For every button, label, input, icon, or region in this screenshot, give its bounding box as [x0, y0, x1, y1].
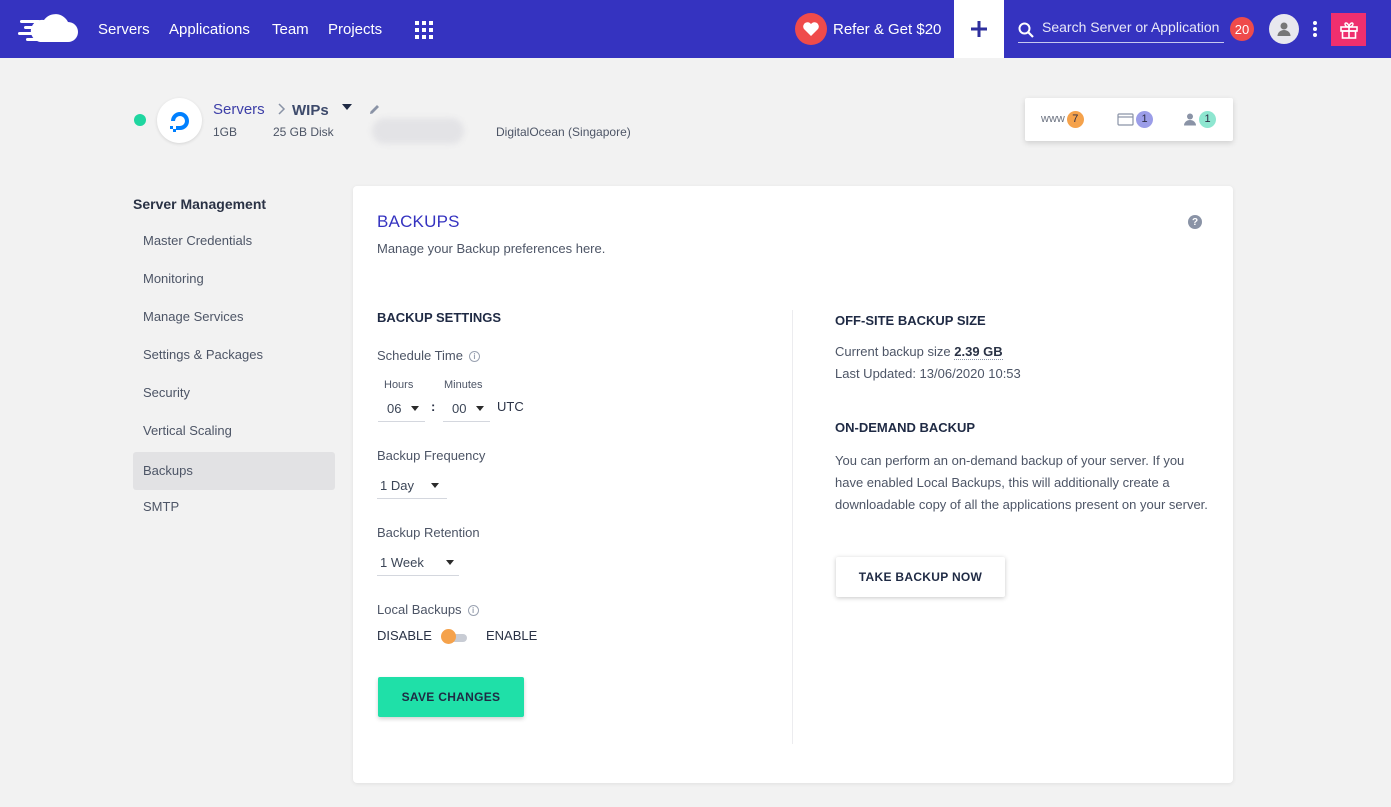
refer-label: Refer & Get $20: [833, 20, 942, 38]
stat-count-badge: 1: [1199, 110, 1216, 128]
offsite-backup-heading: OFF-SITE BACKUP SIZE: [835, 313, 986, 328]
frequency-select[interactable]: 1 Day: [377, 473, 447, 499]
user-icon: [1184, 113, 1196, 126]
cloud-logo-icon[interactable]: [18, 12, 80, 46]
hours-label: Hours: [384, 379, 414, 391]
column-divider: [792, 310, 793, 744]
sidebar-item-backups[interactable]: Backups: [133, 452, 335, 490]
nav-servers[interactable]: Servers: [98, 21, 150, 39]
sidebar-item-settings-packages[interactable]: Settings & Packages: [133, 336, 335, 374]
user-avatar[interactable]: [1269, 14, 1299, 44]
page-subtitle: Manage your Backup preferences here.: [377, 241, 606, 256]
enable-label: ENABLE: [486, 628, 538, 643]
server-disk: 25 GB Disk: [273, 125, 334, 139]
minutes-label: Minutes: [444, 379, 483, 391]
info-icon[interactable]: i: [467, 605, 479, 616]
nav-team[interactable]: Team: [272, 21, 309, 39]
kebab-icon[interactable]: [1310, 20, 1320, 38]
caret-down-icon: [430, 483, 439, 488]
info-icon[interactable]: i: [469, 351, 480, 362]
server-stats-box: www 7 1 1: [1025, 98, 1233, 141]
last-updated: Last Updated: 13/06/2020 10:53: [835, 366, 1021, 381]
stat-count-badge: 7: [1066, 110, 1084, 128]
timezone-label: UTC: [497, 399, 524, 414]
retention-select[interactable]: 1 Week: [377, 550, 459, 576]
top-navbar: Servers Applications Team Projects Refer…: [0, 0, 1391, 58]
on-demand-heading: ON-DEMAND BACKUP: [835, 420, 976, 435]
stat-folders[interactable]: 1: [1117, 109, 1153, 129]
caret-down-icon: [445, 560, 454, 565]
gift-icon: [1339, 21, 1358, 39]
current-backup-size: Current backup size 2.39 GB: [835, 344, 1003, 360]
hours-select[interactable]: 06: [378, 396, 425, 422]
caret-down-icon[interactable]: [342, 103, 352, 111]
stat-count-badge: 1: [1136, 110, 1153, 128]
nav-projects[interactable]: Projects: [328, 21, 382, 39]
folder-icon: [1117, 113, 1134, 126]
sidebar-item-smtp[interactable]: SMTP: [133, 488, 335, 526]
search-bar: [1018, 16, 1224, 43]
backup-settings-heading: BACKUP SETTINGS: [377, 310, 501, 325]
help-icon[interactable]: ?: [1188, 215, 1202, 229]
minutes-select[interactable]: 00: [443, 396, 490, 422]
disable-label: DISABLE: [377, 628, 432, 643]
take-backup-now-button[interactable]: TAKE BACKUP NOW: [836, 557, 1005, 597]
pencil-icon[interactable]: [368, 103, 381, 116]
server-ram: 1GB: [213, 125, 238, 139]
sidebar-item-master-credentials[interactable]: Master Credentials: [133, 222, 335, 260]
sidebar-item-monitoring[interactable]: Monitoring: [133, 260, 335, 298]
breadcrumb-servers[interactable]: Servers: [213, 101, 265, 118]
digitalocean-logo-icon: [157, 98, 202, 143]
backup-retention-label: Backup Retention: [377, 525, 480, 540]
backup-size-value: 2.39 GB: [954, 344, 1003, 360]
add-button[interactable]: [954, 0, 1004, 58]
notification-count-badge[interactable]: 20: [1230, 17, 1254, 41]
local-backups-toggle[interactable]: [441, 629, 456, 644]
search-icon[interactable]: [1018, 22, 1034, 38]
sidebar-item-vertical-scaling[interactable]: Vertical Scaling: [133, 412, 335, 450]
local-backups-label: Local Backups i: [377, 602, 479, 617]
server-provider: DigitalOcean (Singapore): [496, 125, 631, 139]
sidebar-item-manage-services[interactable]: Manage Services: [133, 298, 335, 336]
server-name: WIPs: [292, 102, 329, 119]
user-icon: [1277, 22, 1291, 36]
caret-down-icon: [476, 406, 485, 411]
heart-icon: [795, 13, 827, 45]
sidebar-item-security[interactable]: Security: [133, 374, 335, 412]
stat-applications[interactable]: www 7: [1041, 109, 1084, 129]
page-title: BACKUPS: [377, 212, 460, 231]
server-ip-redacted: [372, 118, 464, 144]
time-separator: :: [431, 399, 436, 414]
sidebar-title: Server Management: [133, 196, 267, 212]
refer-button[interactable]: Refer & Get $20: [795, 13, 941, 45]
gift-button[interactable]: [1331, 13, 1366, 46]
www-label: www: [1041, 113, 1065, 125]
backup-frequency-label: Backup Frequency: [377, 448, 486, 463]
schedule-time-label: Schedule Time i: [377, 348, 480, 363]
on-demand-description: You can perform an on-demand backup of y…: [835, 453, 1208, 512]
save-changes-button[interactable]: SAVE CHANGES: [378, 677, 524, 717]
nav-applications[interactable]: Applications: [169, 21, 250, 39]
plus-icon: [971, 21, 987, 37]
apps-grid-icon[interactable]: [415, 21, 433, 39]
caret-down-icon: [411, 406, 420, 411]
stat-users[interactable]: 1: [1183, 109, 1216, 129]
search-input[interactable]: [1042, 16, 1222, 38]
chevron-right-icon: [278, 103, 286, 115]
server-status-dot: [134, 114, 146, 126]
